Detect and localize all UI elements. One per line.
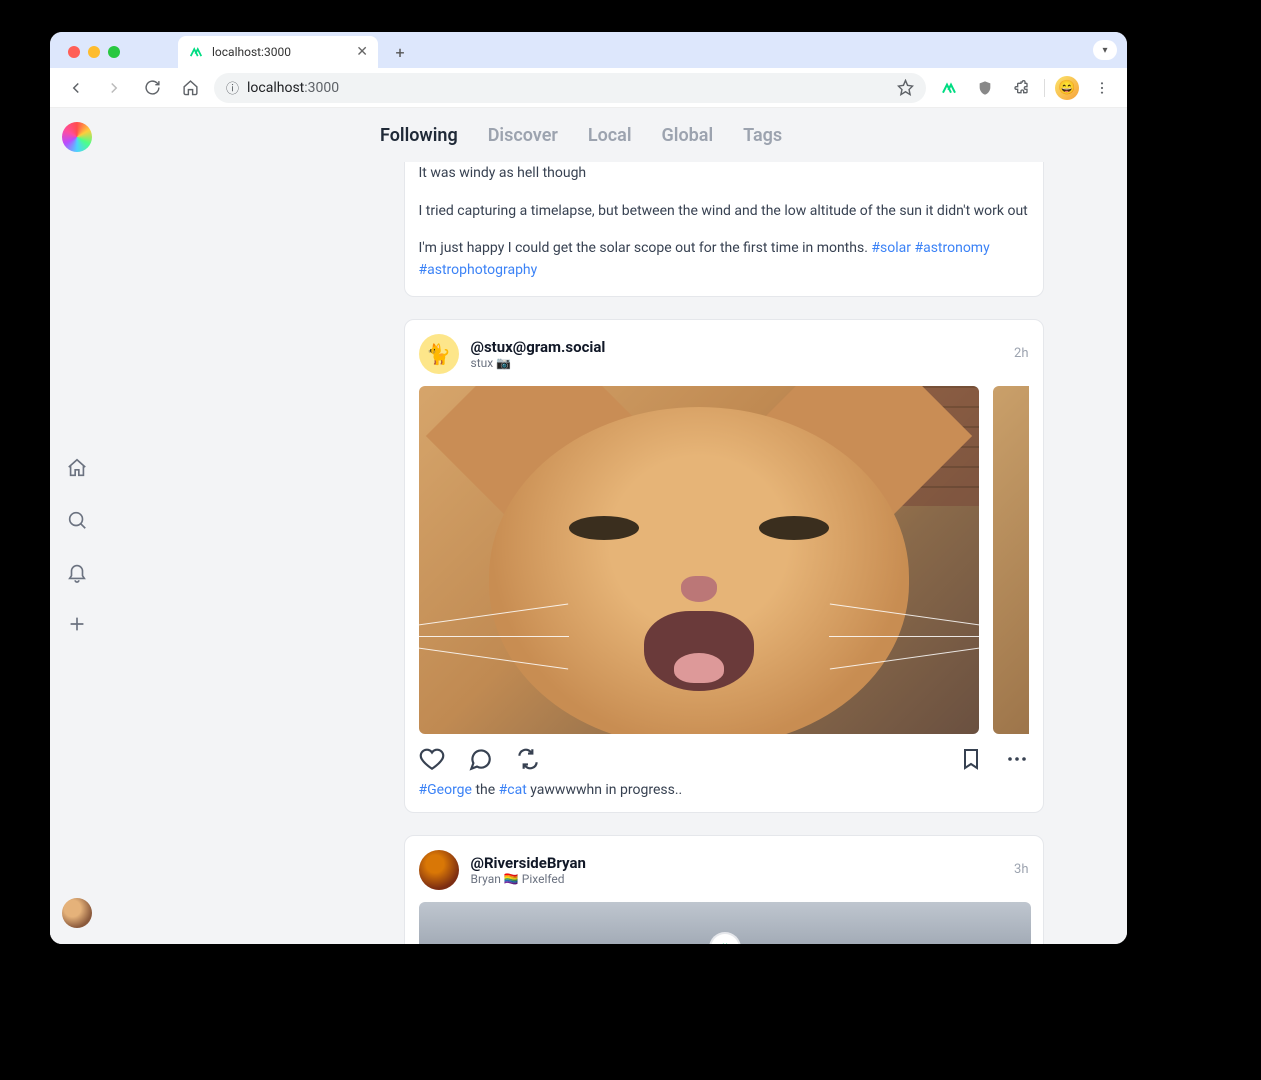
post-header: @RiversideBryan Bryan 🏳️‍🌈 Pixelfed 3h: [419, 850, 1029, 890]
bookmark-star-icon[interactable]: [897, 79, 914, 96]
nav-home-button[interactable]: [176, 74, 204, 102]
window-maximize[interactable]: [108, 46, 120, 58]
site-info-icon[interactable]: ⓘ: [226, 78, 239, 97]
browser-window: localhost:3000 ✕ + ▾ ⓘ localhost:3000: [50, 32, 1127, 944]
hashtag-link[interactable]: #astrophotography: [419, 262, 538, 278]
hashtag-link[interactable]: #astronomy: [914, 240, 989, 256]
author-handle: @stux@gram.social: [471, 338, 606, 356]
post-text-line: I tried capturing a timelapse, but betwe…: [419, 201, 1029, 223]
feed-scroll[interactable]: It was windy as hell though I tried capt…: [104, 162, 1127, 944]
tab-local[interactable]: Local: [588, 125, 632, 146]
post-timestamp: 3h: [1014, 862, 1028, 877]
author-block[interactable]: @stux@gram.social stux 📷: [471, 338, 606, 370]
rail-create-icon[interactable]: [57, 604, 97, 644]
hashtag-link[interactable]: #solar: [871, 240, 911, 256]
extension-nuxt-icon[interactable]: [936, 75, 962, 101]
tab-global[interactable]: Global: [662, 125, 714, 146]
tab-tags[interactable]: Tags: [743, 125, 782, 146]
post-text-line: It was windy as hell though: [419, 163, 1029, 185]
toolbar-separator: [1044, 79, 1045, 97]
post-timestamp: 2h: [1014, 346, 1028, 361]
main-column: Following Discover Local Global Tags It …: [104, 108, 1127, 944]
feed: It was windy as hell though I tried capt…: [404, 162, 1044, 944]
rail-user-avatar[interactable]: [62, 898, 92, 928]
tab-discover[interactable]: Discover: [488, 125, 558, 146]
post-image[interactable]: [419, 386, 979, 734]
browser-menu-icon[interactable]: [1089, 75, 1115, 101]
left-rail: [50, 108, 104, 944]
extension-shield-icon[interactable]: [972, 75, 998, 101]
rail-search-icon[interactable]: [57, 500, 97, 540]
author-avatar[interactable]: 🐈: [419, 334, 459, 374]
nav-reload-button[interactable]: [138, 74, 166, 102]
app-root: Following Discover Local Global Tags It …: [50, 108, 1127, 944]
author-handle: @RiversideBryan: [471, 854, 586, 872]
tab-favicon-icon: [188, 44, 204, 60]
hashtag-link[interactable]: #George: [419, 782, 472, 798]
extensions-puzzle-icon[interactable]: [1008, 75, 1034, 101]
post-text-line: I'm just happy I could get the solar sco…: [419, 238, 1029, 281]
address-bar[interactable]: ⓘ localhost:3000: [214, 73, 926, 103]
reblog-icon[interactable]: [515, 746, 541, 772]
bookmark-icon[interactable]: [959, 747, 983, 771]
post-actions: [419, 746, 1029, 772]
tab-following[interactable]: Following: [380, 125, 458, 146]
post-media-carousel[interactable]: [419, 386, 1029, 734]
window-controls: [62, 46, 128, 68]
post-card: 🐈 @stux@gram.social stux 📷 2h: [404, 319, 1044, 813]
post-card: @RiversideBryan Bryan 🏳️‍🌈 Pixelfed 3h: [404, 835, 1044, 944]
window-minimize[interactable]: [88, 46, 100, 58]
rail-home-icon[interactable]: [57, 448, 97, 488]
author-displayname: stux 📷: [471, 356, 606, 370]
post-image[interactable]: [419, 902, 1031, 944]
post-caption: #George the #cat yawwwwhn in progress..: [419, 782, 1029, 798]
post-body: It was windy as hell though I tried capt…: [419, 163, 1029, 282]
app-logo[interactable]: [62, 122, 92, 152]
browser-profile-avatar[interactable]: 😄: [1055, 76, 1079, 100]
image-loading-badge-icon: [711, 934, 739, 944]
url-text: localhost:3000: [247, 80, 339, 96]
more-icon[interactable]: [1005, 747, 1029, 771]
post-image-next[interactable]: [993, 386, 1029, 734]
window-close[interactable]: [68, 46, 80, 58]
like-icon[interactable]: [419, 746, 445, 772]
hashtag-link[interactable]: #cat: [499, 782, 527, 798]
nav-forward-button[interactable]: [100, 74, 128, 102]
author-displayname: Bryan 🏳️‍🌈 Pixelfed: [471, 872, 586, 886]
new-tab-button[interactable]: +: [386, 38, 414, 66]
author-block[interactable]: @RiversideBryan Bryan 🏳️‍🌈 Pixelfed: [471, 854, 586, 886]
browser-toolbar: ⓘ localhost:3000 😄: [50, 68, 1127, 108]
author-avatar[interactable]: [419, 850, 459, 890]
feed-tabs: Following Discover Local Global Tags: [104, 108, 1127, 162]
tab-title: localhost:3000: [212, 45, 291, 59]
tabs-dropdown-icon[interactable]: ▾: [1093, 40, 1117, 60]
post-card: It was windy as hell though I tried capt…: [404, 162, 1044, 297]
rail-notifications-icon[interactable]: [57, 552, 97, 592]
browser-tab-bar: localhost:3000 ✕ + ▾: [50, 32, 1127, 68]
post-header: 🐈 @stux@gram.social stux 📷 2h: [419, 334, 1029, 374]
browser-tab[interactable]: localhost:3000 ✕: [178, 36, 378, 68]
comment-icon[interactable]: [467, 746, 493, 772]
nav-back-button[interactable]: [62, 74, 90, 102]
tab-close-icon[interactable]: ✕: [356, 44, 368, 60]
